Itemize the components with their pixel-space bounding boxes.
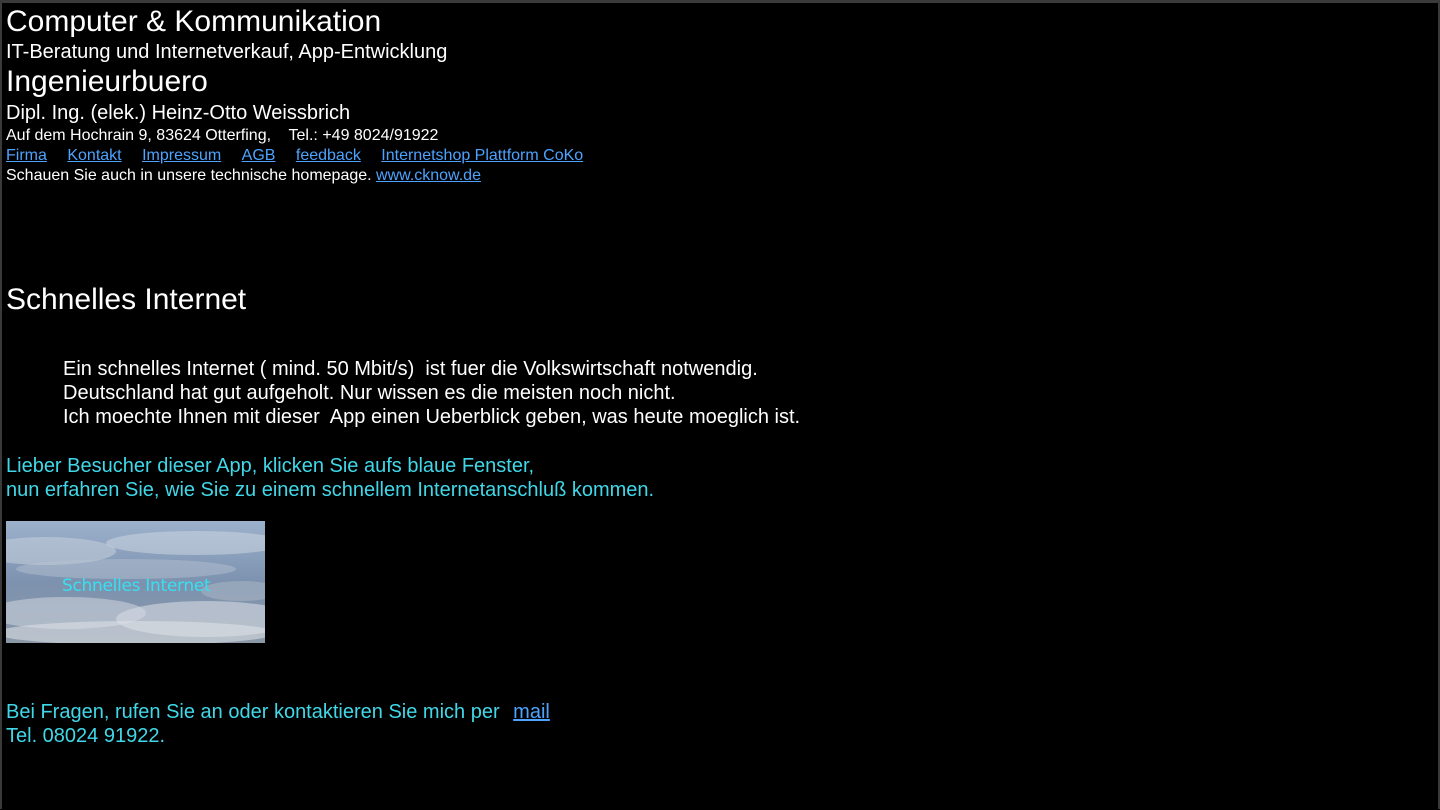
tech-homepage-link[interactable]: www.cknow.de [376, 167, 481, 184]
address-line: Auf dem Hochrain 9, 83624 Otterfing, Tel… [6, 127, 439, 144]
office-title: Ingenieurbuero [6, 65, 208, 98]
page-content: Computer & Kommunikation IT-Beratung und… [6, 4, 1426, 747]
intro-line: Ein schnelles Internet ( mind. 50 Mbit/s… [63, 358, 758, 380]
schnelles-internet-banner[interactable]: Schnelles Internet [6, 521, 265, 643]
section-heading: Schnelles Internet [6, 283, 247, 316]
intro-paragraph: Ein schnelles Internet ( mind. 50 Mbit/s… [63, 357, 800, 429]
company-title: Computer & Kommunikation [6, 5, 382, 38]
intro-line: Ich moechte Ihnen mit dieser App einen U… [63, 406, 801, 428]
intro-line: Deutschland hat gut aufgeholt. Nur wisse… [63, 382, 676, 404]
company-tagline: IT-Beratung und Internetverkauf, App-Ent… [6, 41, 448, 63]
nav-links: Firma Kontakt Impressum AGB feedback Int… [6, 146, 1426, 166]
tech-homepage-line: Schauen Sie auch in unsere technische ho… [6, 166, 1426, 186]
contact-line: Bei Fragen, rufen Sie an oder kontaktier… [6, 700, 550, 724]
nav-link-impressum[interactable]: Impressum [142, 147, 221, 164]
nav-link-firma[interactable]: Firma [6, 147, 47, 164]
nav-link-kontakt[interactable]: Kontakt [67, 147, 121, 164]
nav-link-internetshop[interactable]: Internetshop Plattform CoKo [381, 147, 583, 164]
tech-homepage-text: Schauen Sie auch in unsere technische ho… [6, 167, 377, 184]
mail-link[interactable]: mail [513, 701, 550, 723]
nav-link-feedback[interactable]: feedback [296, 147, 361, 164]
nav-link-agb[interactable]: AGB [242, 147, 276, 164]
owner-name: Dipl. Ing. (elek.) Heinz-Otto Weissbrich [6, 102, 351, 124]
visitor-message: Lieber Besucher dieser App, klicken Sie … [6, 454, 654, 502]
visitor-line: Lieber Besucher dieser App, klicken Sie … [6, 455, 535, 477]
contact-text: Bei Fragen, rufen Sie an oder kontaktier… [6, 701, 506, 723]
contact-block: Bei Fragen, rufen Sie an oder kontaktier… [6, 700, 550, 748]
banner-label: Schnelles Internet [62, 576, 211, 596]
visitor-line: nun erfahren Sie, wie Sie zu einem schne… [6, 479, 655, 501]
phone-line: Tel. 08024 91922. [6, 725, 166, 747]
